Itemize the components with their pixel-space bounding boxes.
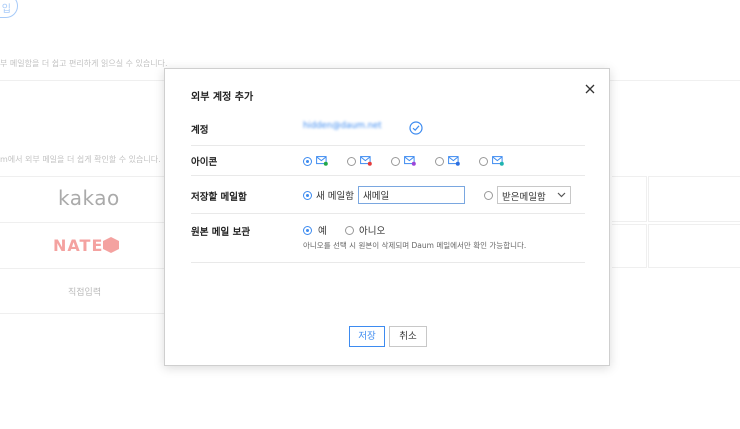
icon-option-radio-1[interactable] — [303, 157, 312, 166]
mail-icon — [404, 156, 416, 166]
icon-option-radio-4[interactable] — [435, 157, 444, 166]
new-folder-option-label: 새 메일함 — [316, 191, 354, 202]
dialog-title: 외부 계정 추가 — [191, 92, 254, 103]
keep-original-yes-label: 예 — [318, 226, 327, 237]
add-external-account-dialog: 외부 계정 추가 계정 hidden@daum.net 아이콘 저장할 메일함 … — [164, 68, 610, 366]
color-dot — [323, 161, 328, 166]
check-circle-icon — [409, 121, 423, 135]
existing-folder-select[interactable]: 받은메일함 — [497, 186, 571, 204]
keep-original-notice: 아니오를 선택 시 원본이 삭제되며 Daum 메일에서만 확인 가능합니다. — [303, 241, 527, 250]
provider-tile — [612, 224, 647, 268]
provider-kakao: kakao — [58, 186, 120, 210]
divider — [0, 313, 164, 314]
provider-nate: NATE — [53, 236, 104, 255]
color-dot — [411, 161, 416, 166]
row-divider — [191, 175, 585, 176]
new-folder-name-input[interactable] — [358, 186, 465, 204]
close-icon[interactable] — [581, 80, 599, 98]
provider-tile — [648, 176, 740, 222]
row-divider — [191, 213, 585, 214]
provider-tile — [648, 224, 740, 268]
color-dot — [499, 161, 504, 166]
divider — [0, 268, 164, 269]
icon-label: 아이콘 — [191, 157, 218, 168]
cancel-button[interactable]: 취소 — [389, 326, 427, 347]
divider — [0, 222, 164, 223]
icon-option-radio-5[interactable] — [479, 157, 488, 166]
keep-original-yes-radio[interactable] — [303, 226, 312, 235]
existing-folder-radio[interactable] — [484, 191, 493, 200]
save-button[interactable]: 저장 — [349, 326, 385, 347]
icon-option-radio-2[interactable] — [347, 157, 356, 166]
keep-original-no-radio[interactable] — [345, 226, 354, 235]
keep-original-label: 원본 메일 보관 — [191, 227, 251, 238]
background-description-2: m에서 외부 메일을 더 쉽게 확인할 수 있습니다. — [0, 155, 161, 164]
color-dot — [455, 161, 460, 166]
new-folder-radio[interactable] — [303, 191, 312, 200]
chevron-down-icon — [557, 192, 566, 198]
account-email: hidden@daum.net — [303, 121, 382, 131]
mail-icon — [316, 156, 328, 166]
background-tab-pill: 입 — [0, 0, 18, 18]
existing-folder-select-value: 받은메일함 — [502, 192, 546, 203]
provider-tile — [612, 176, 647, 222]
divider — [0, 176, 164, 177]
account-label: 계정 — [191, 125, 209, 136]
folder-label: 저장할 메일함 — [191, 192, 247, 203]
provider-direct-input: 직접입력 — [68, 288, 102, 298]
row-divider — [191, 262, 585, 263]
background-description: 부 메일함을 더 쉽고 편리하게 읽으실 수 있습니다. — [0, 59, 168, 68]
nate-logo-icon — [103, 237, 119, 253]
mail-icon — [360, 156, 372, 166]
icon-option-radio-3[interactable] — [391, 157, 400, 166]
keep-original-no-label: 아니오 — [359, 226, 386, 237]
mail-icon — [492, 156, 504, 166]
mail-icon — [448, 156, 460, 166]
row-divider — [191, 145, 585, 146]
color-dot — [367, 161, 372, 166]
